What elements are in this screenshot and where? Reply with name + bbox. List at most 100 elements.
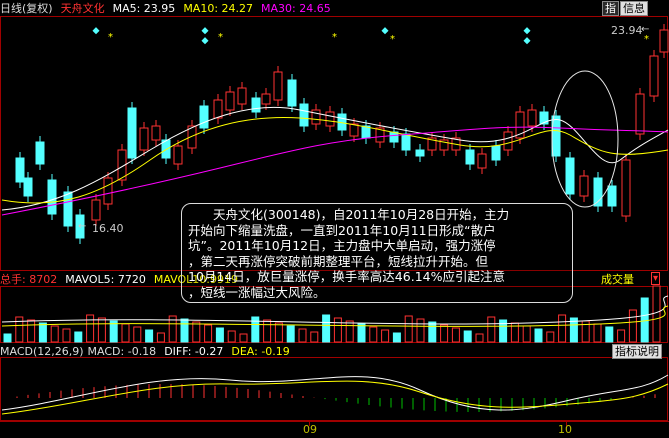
- volume-bar: [357, 323, 366, 343]
- volume-bar: [156, 332, 165, 343]
- volume-bar: [145, 329, 154, 343]
- volume-bar: [286, 325, 295, 343]
- volume-bar: [38, 322, 47, 343]
- volume-bar: [487, 316, 496, 343]
- event-diamond-icon: [381, 27, 389, 35]
- volume-bar: [86, 314, 95, 343]
- candle-body: [299, 103, 309, 127]
- volume-bar: [204, 324, 213, 343]
- candle-body: [477, 153, 487, 169]
- callout-line: 坑”。2011年10月12日，主力盘中大单启动，强力涨停: [188, 238, 496, 253]
- volume-button[interactable]: 成交量: [599, 273, 636, 286]
- volume-bar: [263, 319, 272, 343]
- candle-body: [213, 99, 223, 119]
- candle-body: [35, 141, 45, 165]
- volume-bar: [15, 316, 24, 343]
- candle-body: [225, 91, 235, 111]
- candle-body: [491, 145, 501, 161]
- candle-body: [503, 131, 513, 151]
- candle-body: [15, 157, 25, 183]
- volume-total: 总手: 8702: [0, 273, 58, 286]
- event-star-icon: *: [644, 34, 649, 45]
- volume-bar: [522, 325, 531, 343]
- candle-body: [579, 175, 589, 197]
- volume-bar: [440, 324, 449, 343]
- volume-bar: [652, 285, 661, 343]
- macd-panel-frame: [0, 357, 668, 421]
- candle-body: [325, 111, 335, 127]
- ma30-value: MA30: 24.65: [261, 1, 331, 15]
- axis-month-09: 09: [303, 423, 317, 436]
- volume-bar: [27, 319, 36, 343]
- info-button[interactable]: 信息: [620, 1, 648, 16]
- event-diamond-icon: [201, 37, 209, 45]
- volume-bar: [274, 322, 283, 343]
- callout-line: 10月14日，放巨量涨停，换手率高达46.14%应引起注意: [188, 269, 505, 284]
- volume-bar: [381, 329, 390, 343]
- candle-body: [251, 97, 261, 113]
- callout-line: ，短线一涨幅过大风险。: [188, 284, 326, 300]
- candle-body: [173, 145, 183, 165]
- callout-line: ，第二天再涨停突破前期整理平台，短线拉升开始。但: [188, 253, 489, 269]
- volume-bar: [62, 328, 71, 343]
- price-low-label: 16.40: [92, 222, 124, 235]
- volume-bar: [369, 326, 378, 343]
- stock-name: 天舟文化: [60, 2, 105, 15]
- price-header: 日线(复权) 天舟文化 MA5: 23.95 MA10: 24.27 MA30:…: [0, 0, 669, 16]
- event-star-icon: *: [108, 32, 113, 43]
- candle-body: [565, 157, 575, 195]
- diff-value: DIFF: -0.27: [164, 344, 224, 358]
- volume-bar: [628, 309, 637, 343]
- diff-line: [1, 374, 669, 411]
- candle-body: [621, 159, 631, 217]
- volume-bar: [428, 321, 437, 343]
- low-arrow-icon: ←: [78, 221, 87, 232]
- ma10-value: MA10: 24.27: [183, 1, 254, 15]
- volume-bar: [97, 317, 106, 343]
- volume-bar: [345, 320, 354, 343]
- dea-value: DEA: -0.19: [231, 344, 290, 358]
- volume-bar: [227, 330, 236, 343]
- volume-bar: [180, 318, 189, 343]
- price-high-label: 23.94: [611, 24, 643, 37]
- candle-body: [91, 199, 101, 221]
- candle-body: [659, 29, 669, 53]
- event-star-icon: *: [332, 32, 337, 43]
- candle-body: [465, 149, 475, 165]
- volume-bar: [215, 327, 224, 343]
- macd-value: MACD: -0.18: [87, 344, 157, 358]
- callout-line: 开始向下缩量洗盘，一直到2011年10月11日形成“散户: [188, 222, 496, 238]
- candle-body: [261, 93, 271, 105]
- zoom-button[interactable]: 指: [602, 1, 619, 16]
- candle-body: [527, 109, 537, 127]
- event-star-icon: *: [390, 34, 395, 45]
- axis-month-10: 10: [558, 423, 572, 436]
- ma5-value: MA5: 23.95: [112, 1, 176, 15]
- candle-body: [635, 93, 645, 135]
- candle-body: [607, 185, 617, 207]
- candle-body: [151, 125, 161, 141]
- volume-bar: [640, 297, 649, 343]
- volume-bar: [322, 314, 331, 343]
- candle-body: [237, 87, 247, 105]
- candle-body: [649, 55, 659, 97]
- candle-body: [23, 177, 33, 197]
- candle-body: [349, 123, 359, 137]
- candle-body: [401, 133, 411, 151]
- volume-bar: [617, 329, 626, 343]
- volume-bar: [404, 315, 413, 343]
- volume-bar: [74, 331, 83, 343]
- volume-bar: [133, 326, 142, 343]
- volume-bar: [475, 333, 484, 343]
- callout-line: 天舟文化(300148)，自2011年10月28日开始，主力: [188, 207, 510, 222]
- volume-bar: [333, 317, 342, 343]
- candle-body: [127, 107, 137, 159]
- volume-bar: [546, 331, 555, 343]
- volume-bar: [298, 328, 307, 343]
- volume-dropdown-icon[interactable]: ▾: [651, 272, 661, 285]
- mavol5-value: MAVOL5: 7720: [65, 272, 146, 286]
- candle-body: [287, 79, 297, 107]
- volume-bar: [50, 325, 59, 343]
- indicator-help-button[interactable]: 指标说明: [612, 344, 662, 359]
- candle-body: [47, 179, 57, 215]
